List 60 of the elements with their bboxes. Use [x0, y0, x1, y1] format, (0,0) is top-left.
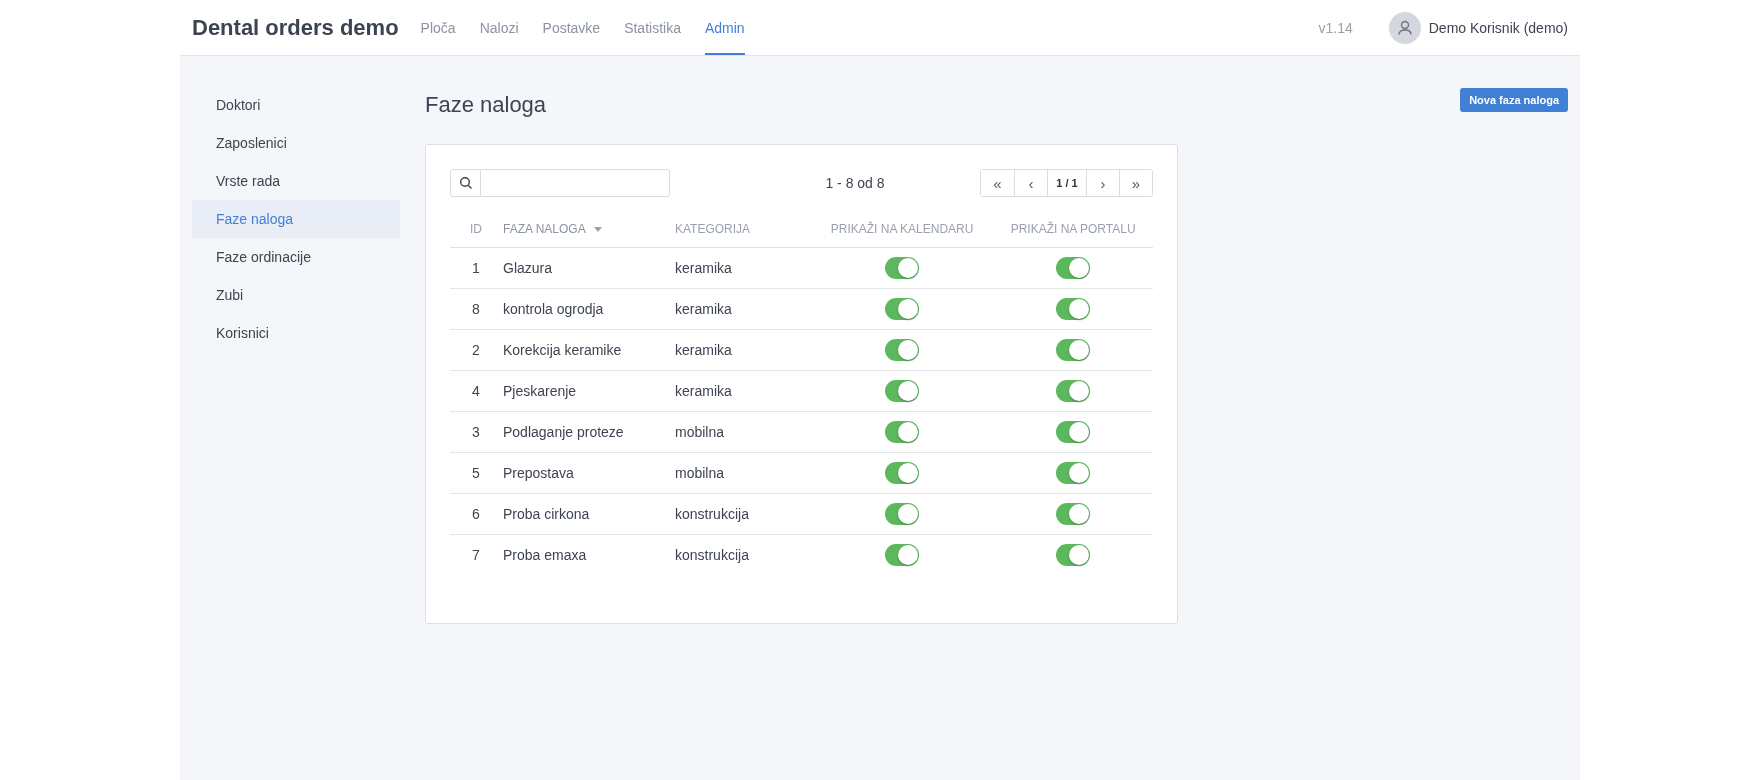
sidebar-item[interactable]: Zaposlenici	[192, 124, 400, 162]
table-cell: 2	[450, 329, 502, 371]
toggle-switch[interactable]	[1056, 421, 1091, 443]
table-cell: 7	[450, 534, 502, 575]
sidebar-item[interactable]: Vrste rada	[192, 162, 400, 200]
table-cell: konstrukcija	[674, 493, 811, 535]
table-cell: 5	[450, 452, 502, 494]
toggle-switch[interactable]	[885, 339, 920, 361]
toggle-switch[interactable]	[885, 503, 920, 525]
table-cell: Proba cirkona	[502, 493, 674, 535]
user-avatar-icon[interactable]	[1388, 11, 1421, 44]
toggle-switch[interactable]	[885, 257, 920, 279]
table-cell: Glazura	[502, 247, 674, 289]
table-cell: 4	[450, 370, 502, 412]
table-cell: Pjeskarenje	[502, 370, 674, 412]
table-cell: keramika	[674, 370, 811, 412]
search-field[interactable]	[481, 169, 670, 197]
table-cell: 1	[450, 247, 502, 289]
table-cell: konstrukcija	[674, 534, 811, 575]
last-page-button[interactable]: »	[1119, 170, 1152, 196]
sidebar-item[interactable]: Faze naloga	[192, 200, 400, 238]
toggle-switch[interactable]	[1056, 298, 1091, 320]
toggle-switch[interactable]	[1056, 339, 1091, 361]
table-cell: kontrola ogrodja	[502, 288, 674, 330]
table-cell: mobilna	[674, 411, 811, 453]
table-cell: 6	[450, 493, 502, 535]
app-title[interactable]: Dental orders demo	[192, 14, 399, 41]
search-icon	[458, 176, 473, 190]
table-cell: Podlaganje proteze	[502, 411, 674, 453]
search-button[interactable]	[450, 169, 481, 197]
toggle-switch[interactable]	[885, 544, 920, 566]
toggle-switch[interactable]	[1056, 462, 1091, 484]
new-phase-button[interactable]: Nova faza naloga	[1460, 88, 1568, 112]
toggle-switch[interactable]	[1056, 380, 1091, 402]
table-cell: keramika	[674, 288, 811, 330]
nav-tab[interactable]: Admin	[704, 0, 745, 55]
sidebar-item[interactable]: Faze ordinacije	[192, 238, 400, 276]
table-cell: Prepostava	[502, 452, 674, 494]
table-cell: 3	[450, 411, 502, 453]
table-cell: Proba emaxa	[502, 534, 674, 575]
toggle-switch[interactable]	[885, 421, 920, 443]
toggle-switch[interactable]	[885, 298, 920, 320]
sidebar-item[interactable]: Doktori	[192, 86, 400, 124]
toggle-switch[interactable]	[1056, 257, 1091, 279]
page-title: Faze naloga	[425, 92, 548, 118]
table-cell: Korekcija keramike	[502, 329, 674, 371]
table-cell: keramika	[674, 247, 811, 289]
sidebar-item[interactable]: Korisnici	[192, 314, 400, 352]
toggle-switch[interactable]	[1056, 503, 1091, 525]
toggle-switch[interactable]	[1056, 544, 1091, 566]
table-cell: keramika	[674, 329, 811, 371]
toggle-switch[interactable]	[885, 462, 920, 484]
user-name[interactable]: Demo Korisnik (demo)	[1428, 19, 1568, 36]
toggle-switch[interactable]	[885, 380, 920, 402]
table-cell: mobilna	[674, 452, 811, 494]
table-cell: 8	[450, 288, 502, 330]
record-range: 1 - 8 od 8	[825, 175, 885, 191]
version-label: v1.14	[1318, 19, 1353, 36]
sidebar-item[interactable]: Zubi	[192, 276, 400, 314]
sort-caret-icon	[593, 227, 602, 233]
